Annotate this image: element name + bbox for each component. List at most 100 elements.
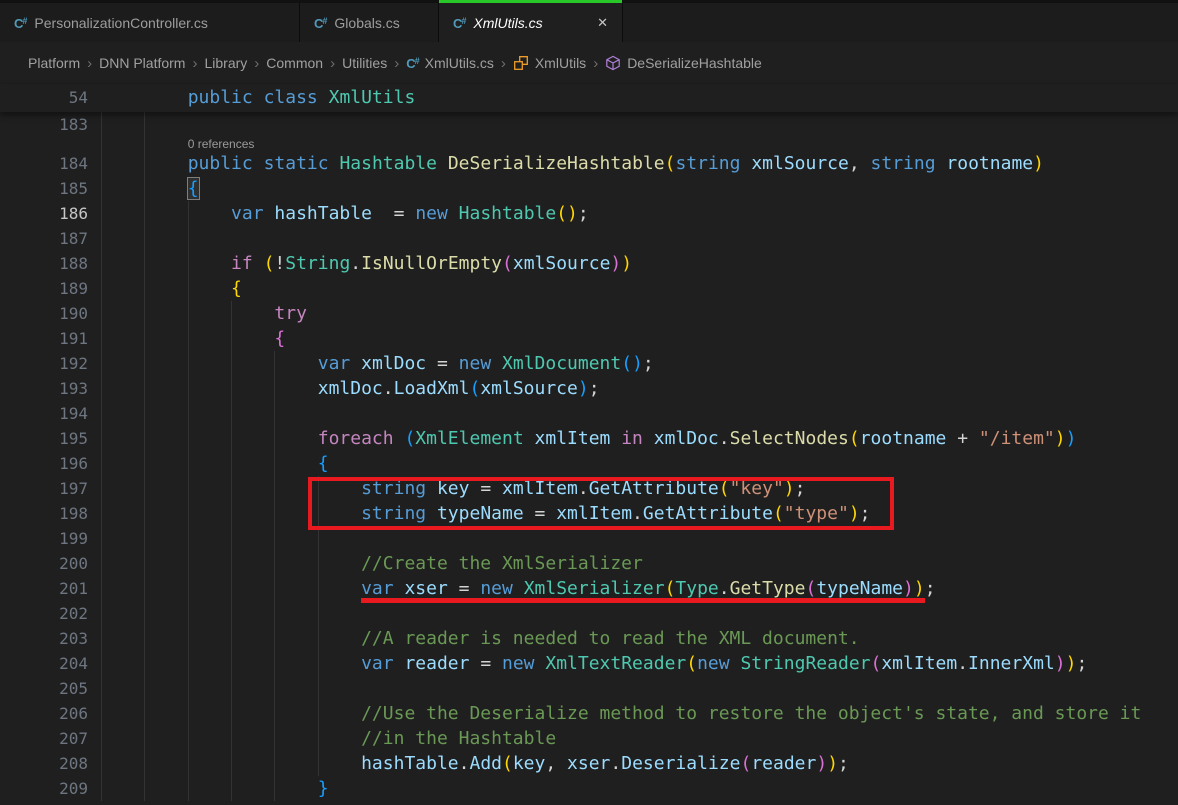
code-line-198[interactable]: 198 string typeName = xmlItem.GetAttribu… (0, 501, 1178, 526)
line-number[interactable]: 195 (0, 426, 101, 451)
code-line-186[interactable]: 186 var hashTable = new Hashtable(); (0, 201, 1178, 226)
code-token: { (188, 178, 199, 199)
code-token: Add (469, 753, 502, 774)
indent-guide (318, 651, 319, 676)
line-number[interactable]: 198 (0, 501, 101, 526)
code-token: ( (849, 428, 860, 449)
code-token: ; (578, 203, 589, 224)
line-number[interactable]: 205 (0, 676, 101, 701)
indent-guide (231, 626, 232, 651)
code-editor[interactable]: 183 0 references184 public static Hashta… (0, 112, 1178, 801)
line-number[interactable]: 187 (0, 226, 101, 251)
indent-guide (274, 351, 275, 376)
tab-xmlutils-cs[interactable]: C#XmlUtils.cs✕ (439, 3, 623, 42)
line-number[interactable]: 191 (0, 326, 101, 351)
code-line-184[interactable]: 184 public static Hashtable DeSerializeH… (0, 151, 1178, 176)
code-line-194[interactable]: 194 (0, 401, 1178, 426)
indent-guide (231, 551, 232, 576)
code-line-185[interactable]: 185 { (0, 176, 1178, 201)
line-number[interactable]: 190 (0, 301, 101, 326)
code-line-203[interactable]: 203 //A reader is needed to read the XML… (0, 626, 1178, 651)
line-number[interactable]: 197 (0, 476, 101, 501)
code-content (101, 226, 1178, 251)
code-token: ( (686, 653, 697, 674)
indent-guide (101, 576, 102, 601)
breadcrumb-item-xmlutils[interactable]: XmlUtils (513, 55, 586, 71)
code-token: rootname (946, 153, 1033, 174)
line-number[interactable]: 184 (0, 151, 101, 176)
tab-personalizationcontroller-cs[interactable]: C#PersonalizationController.cs (0, 3, 300, 42)
line-number[interactable]: 200 (0, 551, 101, 576)
code-line-206[interactable]: 206 //Use the Deserialize method to rest… (0, 701, 1178, 726)
code-line-207[interactable]: 207 //in the Hashtable (0, 726, 1178, 751)
code-token: ; (838, 753, 849, 774)
code-line-189[interactable]: 189 { (0, 276, 1178, 301)
line-number[interactable]: 208 (0, 751, 101, 776)
code-line-183[interactable]: 183 (0, 112, 1178, 137)
code-line-199[interactable]: 199 (0, 526, 1178, 551)
indent-guide (144, 226, 145, 251)
breadcrumb-item-common[interactable]: Common (266, 55, 323, 71)
code-token: IsNullOrEmpty (361, 253, 502, 274)
indent-guide (231, 376, 232, 401)
line-number[interactable]: 185 (0, 176, 101, 201)
code-line-202[interactable]: 202 (0, 601, 1178, 626)
indent-guide (144, 626, 145, 651)
close-icon[interactable]: ✕ (587, 15, 608, 31)
line-number[interactable]: 204 (0, 651, 101, 676)
line-number[interactable]: 206 (0, 701, 101, 726)
tab-globals-cs[interactable]: C#Globals.cs (300, 3, 439, 42)
code-line-195[interactable]: 195 foreach (XmlElement xmlItem in xmlDo… (0, 426, 1178, 451)
line-number[interactable]: 201 (0, 576, 101, 601)
breadcrumb-item-dnn-platform[interactable]: DNN Platform (99, 55, 185, 71)
indent-guide (318, 476, 319, 501)
line-number[interactable]: 203 (0, 626, 101, 651)
breadcrumb-item-xmlutils-cs[interactable]: C#XmlUtils.cs (406, 55, 494, 71)
line-number[interactable]: 199 (0, 526, 101, 551)
breadcrumb-item-library[interactable]: Library (204, 55, 247, 71)
line-number[interactable]: 196 (0, 451, 101, 476)
code-token: ( (502, 253, 513, 274)
indent-guide (144, 501, 145, 526)
line-number[interactable]: 192 (0, 351, 101, 376)
codelens-row[interactable]: 0 references (0, 137, 1178, 151)
line-number[interactable]: 189 (0, 276, 101, 301)
code-line-205[interactable]: 205 (0, 676, 1178, 701)
code-line-209[interactable]: 209 } (0, 776, 1178, 801)
code-line-191[interactable]: 191 { (0, 326, 1178, 351)
code-token (535, 653, 546, 674)
code-line-190[interactable]: 190 try (0, 301, 1178, 326)
code-line-193[interactable]: 193 xmlDoc.LoadXml(xmlSource); (0, 376, 1178, 401)
indent-guide (318, 601, 319, 626)
indent-guide (318, 626, 319, 651)
line-number[interactable] (0, 137, 101, 151)
code-line-187[interactable]: 187 (0, 226, 1178, 251)
code-content: var hashTable = new Hashtable(); (101, 201, 1178, 226)
breadcrumb-item-platform[interactable]: Platform (28, 55, 80, 71)
code-content: try (101, 301, 1178, 326)
code-line-204[interactable]: 204 var reader = new XmlTextReader(new S… (0, 651, 1178, 676)
code-line-197[interactable]: 197 string key = xmlItem.GetAttribute("k… (0, 476, 1178, 501)
line-number[interactable]: 209 (0, 776, 101, 801)
code-line-208[interactable]: 208 hashTable.Add(key, xser.Deserialize(… (0, 751, 1178, 776)
code-line-200[interactable]: 200 //Create the XmlSerializer (0, 551, 1178, 576)
line-number[interactable]: 202 (0, 601, 101, 626)
line-number[interactable]: 193 (0, 376, 101, 401)
code-line-188[interactable]: 188 if (!String.IsNullOrEmpty(xmlSource)… (0, 251, 1178, 276)
codelens-references[interactable]: 0 references (188, 137, 255, 151)
code-line-201[interactable]: 201 var xser = new XmlSerializer(Type.Ge… (0, 576, 1178, 601)
line-number[interactable]: 194 (0, 401, 101, 426)
line-number[interactable]: 183 (0, 112, 101, 137)
breadcrumb-item-deserializehashtable[interactable]: DeSerializeHashtable (605, 55, 762, 71)
line-number[interactable]: 188 (0, 251, 101, 276)
indent-guide (101, 201, 102, 226)
line-number[interactable]: 207 (0, 726, 101, 751)
code-line-196[interactable]: 196 { (0, 451, 1178, 476)
sticky-scroll-line[interactable]: 54 public class XmlUtils (0, 84, 1178, 112)
code-token: = (426, 353, 459, 374)
breadcrumb-item-utilities[interactable]: Utilities (342, 55, 387, 71)
indent-guide (231, 601, 232, 626)
line-number[interactable]: 186 (0, 201, 101, 226)
code-line-192[interactable]: 192 var xmlDoc = new XmlDocument(); (0, 351, 1178, 376)
indent-guide (231, 726, 232, 751)
